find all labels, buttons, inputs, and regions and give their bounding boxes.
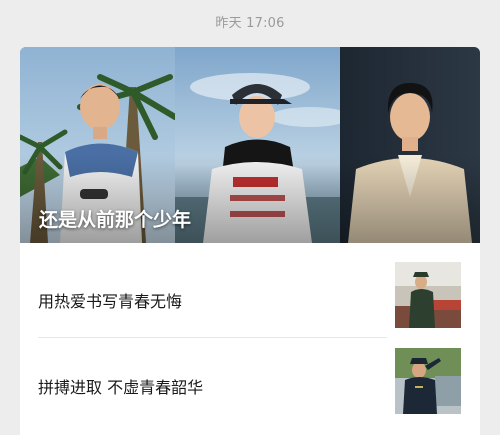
cover-title: 还是从前那个少年 (39, 209, 192, 231)
sub-article-thumbnail (395, 348, 461, 414)
sub-article-thumbnail (395, 262, 461, 328)
sub-article-title: 拼搏进取 不虚青春韶华 (38, 378, 204, 397)
message-timestamp: 昨天 17:06 (215, 16, 285, 31)
article-card[interactable]: 还是从前那个少年 用热爱书写青春无悔 拼搏进取 不虚青春韶华 (20, 47, 480, 435)
cover-article[interactable]: 还是从前那个少年 (20, 47, 480, 243)
sub-article-1[interactable]: 用热爱书写青春无悔 (20, 261, 480, 339)
officer-saluting-photo (395, 348, 461, 414)
man-in-uniform-at-podium-photo (395, 262, 461, 328)
sub-article-2[interactable]: 拼搏进取 不虚青春韶华 (20, 347, 480, 425)
sub-article-title: 用热爱书写青春无悔 (38, 292, 183, 311)
divider (38, 337, 387, 338)
